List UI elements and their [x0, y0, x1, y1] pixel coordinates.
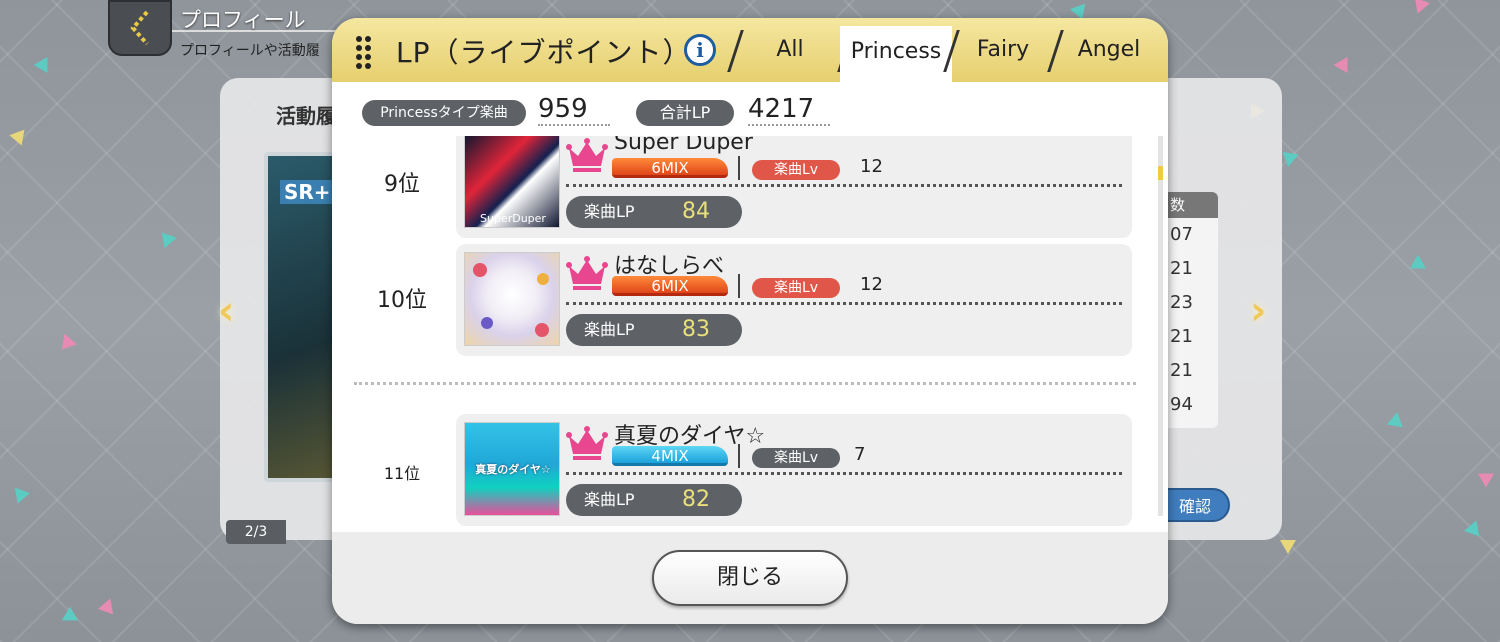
- confirm-button[interactable]: 確認: [1160, 488, 1230, 522]
- song-level-value: 12: [860, 156, 883, 177]
- dotted-divider: [566, 302, 1122, 305]
- page-indicator: 2/3: [226, 520, 286, 544]
- close-button[interactable]: 閉じる: [652, 550, 848, 606]
- tab-all[interactable]: All: [746, 18, 834, 82]
- modal-title: LP（ライブポイント）: [396, 36, 692, 69]
- activity-heading: 活動履: [276, 104, 336, 128]
- page-title: プロフィール: [180, 8, 306, 32]
- song-lp-value: 83: [682, 317, 710, 342]
- tab-fairy[interactable]: Fairy: [954, 18, 1052, 82]
- rank-label: 9位: [384, 172, 420, 197]
- table-cell: 21: [1170, 258, 1193, 279]
- song-title: Super Duper: [614, 136, 753, 155]
- confetti-decoration: [1386, 410, 1406, 428]
- stats-table: 数 07 21 23 21 21 94: [1162, 192, 1218, 428]
- page-subtitle: プロフィールや活動履: [180, 43, 320, 59]
- confetti-decoration: [1333, 52, 1355, 74]
- song-jacket-image: SuperDuper: [464, 136, 560, 228]
- confetti-decoration: [1409, 254, 1431, 276]
- divider: [738, 156, 740, 180]
- mix-badge: 4MIX: [612, 446, 728, 466]
- crown-icon: [566, 426, 608, 460]
- confetti-decoration: [1477, 466, 1499, 488]
- tab-divider: [727, 30, 744, 72]
- song-level-label: 楽曲Lv: [752, 278, 840, 298]
- confetti-decoration: [1464, 517, 1484, 537]
- type-value: 959: [538, 94, 610, 126]
- confetti-decoration: [33, 56, 55, 78]
- info-icon[interactable]: i: [684, 34, 716, 66]
- confetti-decoration: [57, 606, 79, 628]
- divider: [738, 444, 740, 468]
- table-cell: 21: [1170, 360, 1193, 381]
- song-list[interactable]: 9位 SuperDuper Super Duper 6MIX 楽曲Lv 12 楽…: [332, 136, 1168, 532]
- divider: [738, 274, 740, 298]
- confetti-decoration: [98, 595, 118, 615]
- song-lp: 楽曲LP 82: [566, 484, 742, 516]
- song-lp-label: 楽曲LP: [584, 202, 635, 221]
- drag-handle-icon[interactable]: [356, 36, 372, 69]
- idol-card-image[interactable]: SR+: [264, 152, 336, 482]
- song-row[interactable]: はなしらべ 6MIX 楽曲Lv 12 楽曲LP 83: [456, 244, 1132, 356]
- type-label: Princessタイプ楽曲: [362, 100, 526, 126]
- song-lp: 楽曲LP 84: [566, 196, 742, 228]
- rank-label: 10位: [377, 288, 427, 313]
- song-row[interactable]: 真夏のダイヤ☆ 真夏のダイヤ☆ 4MIX 楽曲Lv 7 楽曲LP 82: [456, 414, 1132, 526]
- table-cell: 07: [1170, 224, 1193, 245]
- song-level-value: 12: [860, 274, 883, 295]
- lp-stats: Princessタイプ楽曲 959 合計LP 4217: [332, 82, 1168, 138]
- next-arrow-icon[interactable]: ›: [1250, 288, 1266, 334]
- confetti-decoration: [1410, 0, 1430, 17]
- song-lp-label: 楽曲LP: [584, 490, 635, 509]
- song-level-label: 楽曲Lv: [752, 448, 840, 468]
- total-lp-value: 4217: [748, 94, 830, 126]
- table-cell: 21: [1170, 326, 1193, 347]
- rank-label: 11位: [383, 464, 421, 483]
- song-level-value: 7: [854, 444, 866, 465]
- confetti-decoration: [1282, 147, 1302, 167]
- table-header: 数: [1162, 192, 1218, 218]
- confetti-decoration: [161, 229, 179, 249]
- total-lp-label: 合計LP: [636, 100, 734, 126]
- confetti-decoration: [1280, 540, 1296, 554]
- song-lp-value: 84: [682, 199, 710, 224]
- tab-angel[interactable]: Angel: [1060, 18, 1158, 82]
- table-cell: 23: [1170, 292, 1193, 313]
- jacket-text: SuperDuper: [480, 212, 546, 225]
- chevron-left-icon: [130, 10, 149, 46]
- song-row[interactable]: SuperDuper Super Duper 6MIX 楽曲Lv 12 楽曲LP…: [456, 136, 1132, 238]
- rarity-badge: SR+: [280, 180, 335, 204]
- tab-princess[interactable]: Princess: [840, 26, 952, 86]
- modal-header: LP（ライブポイント） i All Princess Fairy Angel: [332, 18, 1168, 86]
- song-lp: 楽曲LP 83: [566, 314, 742, 346]
- song-lp-label: 楽曲LP: [584, 320, 635, 339]
- section-divider: [354, 382, 1136, 385]
- dotted-divider: [566, 184, 1122, 187]
- confetti-decoration: [10, 487, 30, 507]
- confetti-decoration: [9, 124, 31, 146]
- back-button[interactable]: [108, 0, 172, 56]
- mix-badge: 6MIX: [612, 276, 728, 296]
- crown-icon: [566, 138, 608, 172]
- jacket-text: 真夏のダイヤ☆: [475, 463, 551, 476]
- scrollbar[interactable]: [1158, 136, 1163, 516]
- dotted-divider: [566, 472, 1122, 475]
- scrollbar-thumb[interactable]: [1158, 166, 1163, 180]
- prev-arrow-icon[interactable]: ‹: [218, 288, 234, 334]
- song-jacket-image: 真夏のダイヤ☆: [464, 422, 560, 516]
- crown-icon: [566, 256, 608, 290]
- song-level-label: 楽曲Lv: [752, 160, 840, 180]
- lp-modal: LP（ライブポイント） i All Princess Fairy Angel P…: [332, 18, 1168, 624]
- table-cell: 94: [1170, 394, 1193, 415]
- modal-footer: 閉じる: [332, 532, 1168, 624]
- song-jacket-image: [464, 252, 560, 346]
- mix-badge: 6MIX: [612, 158, 728, 178]
- confetti-decoration: [61, 333, 79, 353]
- song-lp-value: 82: [682, 487, 710, 512]
